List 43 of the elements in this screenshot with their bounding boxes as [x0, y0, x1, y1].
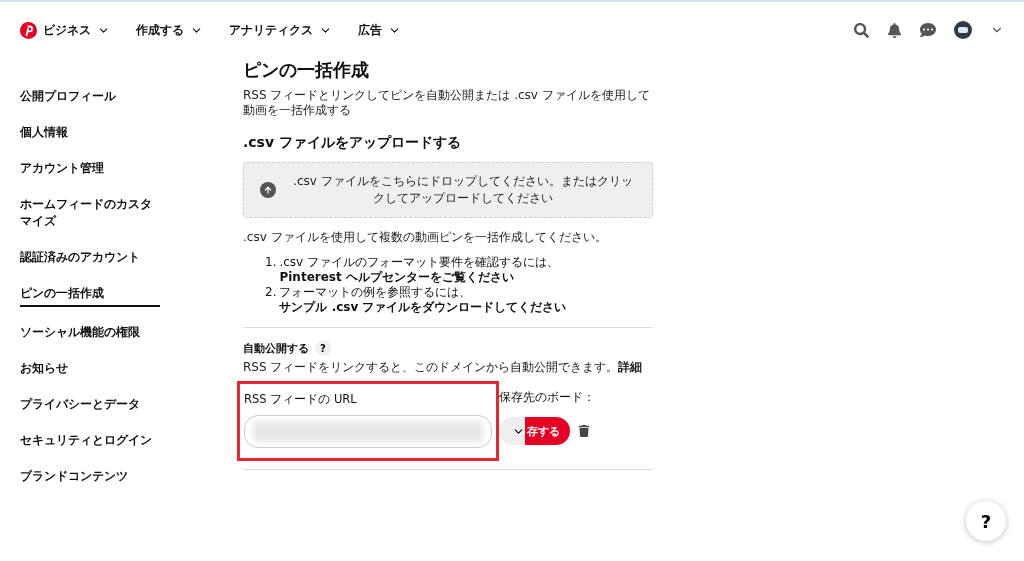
sidebar-item[interactable]: プライバシーとデータ [20, 396, 160, 415]
url-field[interactable] [244, 415, 492, 448]
section-heading: 自動公開する [243, 340, 309, 356]
sidebar-item[interactable]: ピンの一括作成 [20, 285, 160, 307]
nav-menu[interactable]: 作成する [136, 21, 203, 39]
trash-icon[interactable] [578, 425, 590, 437]
nav-menu[interactable]: ビジネス [20, 21, 110, 39]
field-label: 保存先のボード： [499, 390, 595, 405]
sidebar-item[interactable]: アカウント管理 [20, 160, 160, 179]
step-number: 1. [265, 255, 277, 271]
page-title: ピンの一括作成 [243, 58, 370, 82]
step-text: .csv ファイルのフォーマット要件を確認するには、 [279, 255, 560, 269]
sidebar-item[interactable]: お知らせ [20, 360, 160, 379]
help-button[interactable]: ? [315, 340, 331, 356]
sidebar-item[interactable]: ブランドコンテンツ [20, 468, 160, 487]
help-link[interactable]: Pinterest ヘルプセンターをご覧ください [279, 270, 560, 285]
sidebar-item[interactable]: 公開プロフィール [20, 88, 160, 107]
sidebar-item[interactable]: 個人情報 [20, 124, 160, 143]
nav-menu[interactable]: 広告 [358, 21, 401, 39]
search-icon[interactable] [854, 22, 869, 38]
sidebar-item[interactable]: セキュリティとログイン [20, 432, 160, 451]
upload-icon [260, 182, 276, 198]
save-button[interactable]: 存する [525, 417, 570, 445]
sidebar-item[interactable]: ソーシャル機能の権限 [20, 324, 160, 343]
csv-note: .csv ファイルを使用して複数の動画ピンを一括作成してください。 [243, 230, 608, 245]
bell-icon[interactable] [887, 22, 902, 38]
sidebar-item[interactable]: ホームフィードのカスタマイズ [20, 196, 160, 232]
step-text: フォーマットの例を参照するには、 [279, 285, 472, 299]
auto-publish-text: RSS フィードをリンクすると、このドメインから自動公開できます。詳細 [243, 360, 644, 375]
dropzone[interactable]: .csv ファイルをこちらにドロップしてください。またはクリックしてアップロードしてください [243, 162, 653, 218]
section-heading: .csv ファイルをアップロードする [243, 134, 462, 152]
help-link[interactable]: サンプル .csv ファイルをダウンロードしてください [279, 300, 567, 315]
step-number: 2. [265, 285, 277, 301]
details-link[interactable]: 詳細 [618, 360, 643, 374]
avatar-icon[interactable] [954, 21, 972, 39]
dropzone-text: .csv ファイルをこちらにドロップしてください。またはクリックしてアップロードしてください [292, 173, 634, 207]
description-text: RSS フィードとリンクしてピンを自動公開または .csv ファイルを使用して動画を一括作成する [243, 88, 651, 118]
field-label: RSS フィードの URL [244, 392, 358, 407]
sidebar-item[interactable]: 認証済みのアカウント [20, 249, 160, 268]
chat-icon[interactable] [920, 22, 936, 38]
logo-icon [20, 21, 37, 39]
nav-menu[interactable]: アナリティクス [229, 21, 332, 39]
help-button[interactable]: ? [966, 501, 1006, 541]
